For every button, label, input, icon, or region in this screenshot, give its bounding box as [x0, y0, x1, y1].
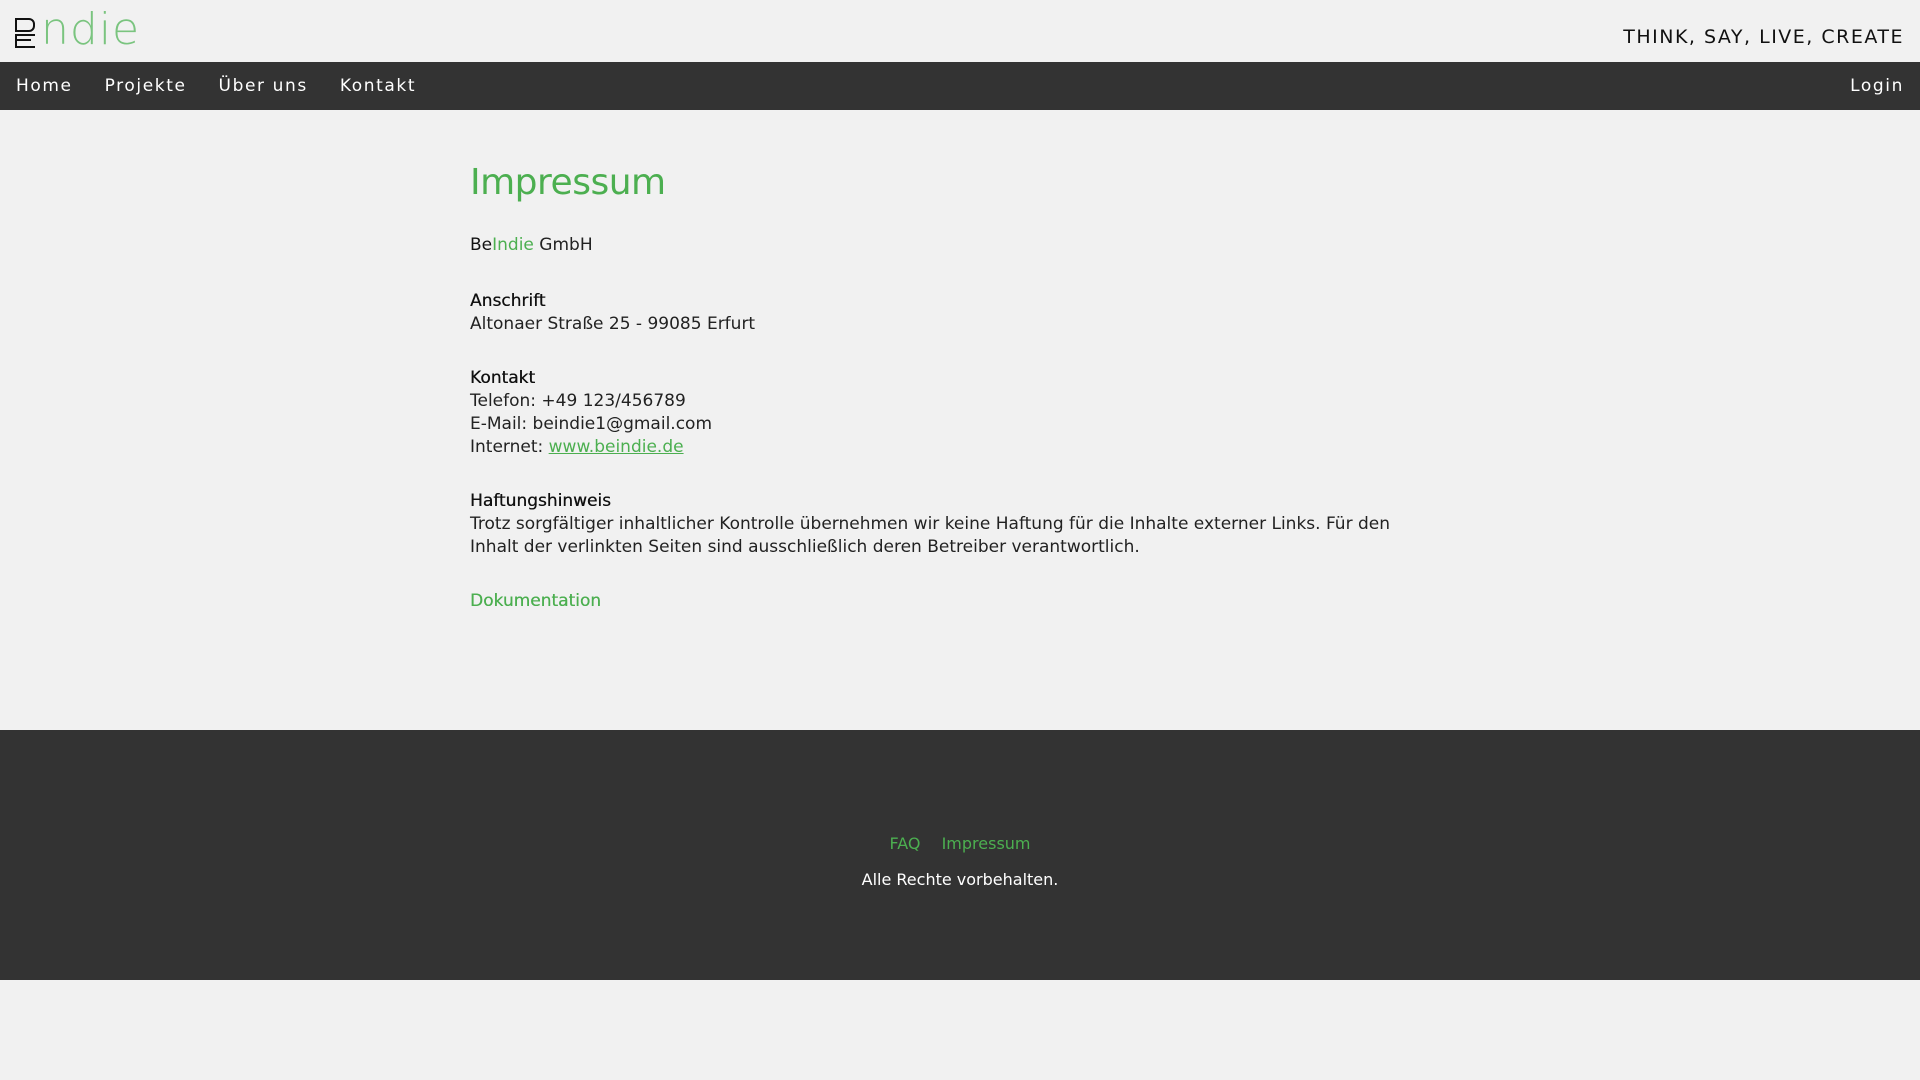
contact-email: E-Mail: beindie1@gmail.com	[470, 414, 713, 434]
nav-item-kontakt[interactable]: Kontakt	[324, 62, 432, 110]
footer-link-faq[interactable]: FAQ	[889, 834, 920, 853]
copyright-text: Alle Rechte vorbehalten.	[861, 870, 1059, 889]
address-heading: Anschrift	[470, 291, 546, 311]
address-line: Altonaer Straße 25 - 99085 Erfurt	[470, 314, 756, 334]
impressum-container: Impressum BeIndie GmbH Anschrift Altonae…	[470, 162, 1430, 611]
login-link[interactable]: Login	[1850, 62, 1920, 110]
contact-section: Kontakt Telefon: +49 123/456789 E-Mail: …	[470, 368, 1430, 459]
main-content: Impressum BeIndie GmbH Anschrift Altonae…	[0, 110, 1920, 730]
liability-heading: Haftungshinweis	[470, 491, 611, 511]
be-logo-icon	[15, 16, 37, 50]
contact-phone: Telefon: +49 123/456789	[470, 391, 686, 411]
tagline: THINK, SAY, LIVE, CREATE	[1623, 26, 1904, 48]
company-name: BeIndie GmbH	[470, 235, 1430, 255]
top-header: ndie THINK, SAY, LIVE, CREATE	[0, 0, 1920, 62]
address-section: Anschrift Altonaer Straße 25 - 99085 Erf…	[470, 291, 1430, 336]
footer-link-impressum[interactable]: Impressum	[942, 834, 1031, 853]
nav-left-group: Home Projekte Über uns Kontakt	[0, 62, 432, 110]
nav-item-ueber-uns[interactable]: Über uns	[203, 62, 324, 110]
nav-item-projekte[interactable]: Projekte	[89, 62, 203, 110]
contact-heading: Kontakt	[470, 368, 536, 388]
liability-text: Trotz sorgfältiger inhaltlicher Kontroll…	[470, 514, 1390, 557]
main-navigation: Home Projekte Über uns Kontakt Login	[0, 62, 1920, 110]
liability-section: Haftungshinweis Trotz sorgfältiger inhal…	[470, 491, 1430, 559]
internet-label: Internet:	[470, 437, 549, 457]
company-name-indie: Indie	[492, 235, 534, 255]
contact-internet: Internet: www.beindie.de	[470, 436, 1430, 459]
documentation-link[interactable]: Dokumentation	[470, 591, 1430, 611]
site-logo[interactable]: ndie	[15, 4, 141, 55]
page-title: Impressum	[470, 162, 666, 203]
nav-item-home[interactable]: Home	[0, 62, 89, 110]
logo-text: ndie	[41, 4, 141, 55]
footer: FAQ Impressum Alle Rechte vorbehalten.	[0, 730, 1920, 980]
company-name-suffix: GmbH	[533, 235, 593, 255]
company-name-be: Be	[470, 235, 493, 255]
website-link[interactable]: www.beindie.de	[549, 437, 684, 457]
footer-links: FAQ Impressum	[0, 834, 1920, 853]
